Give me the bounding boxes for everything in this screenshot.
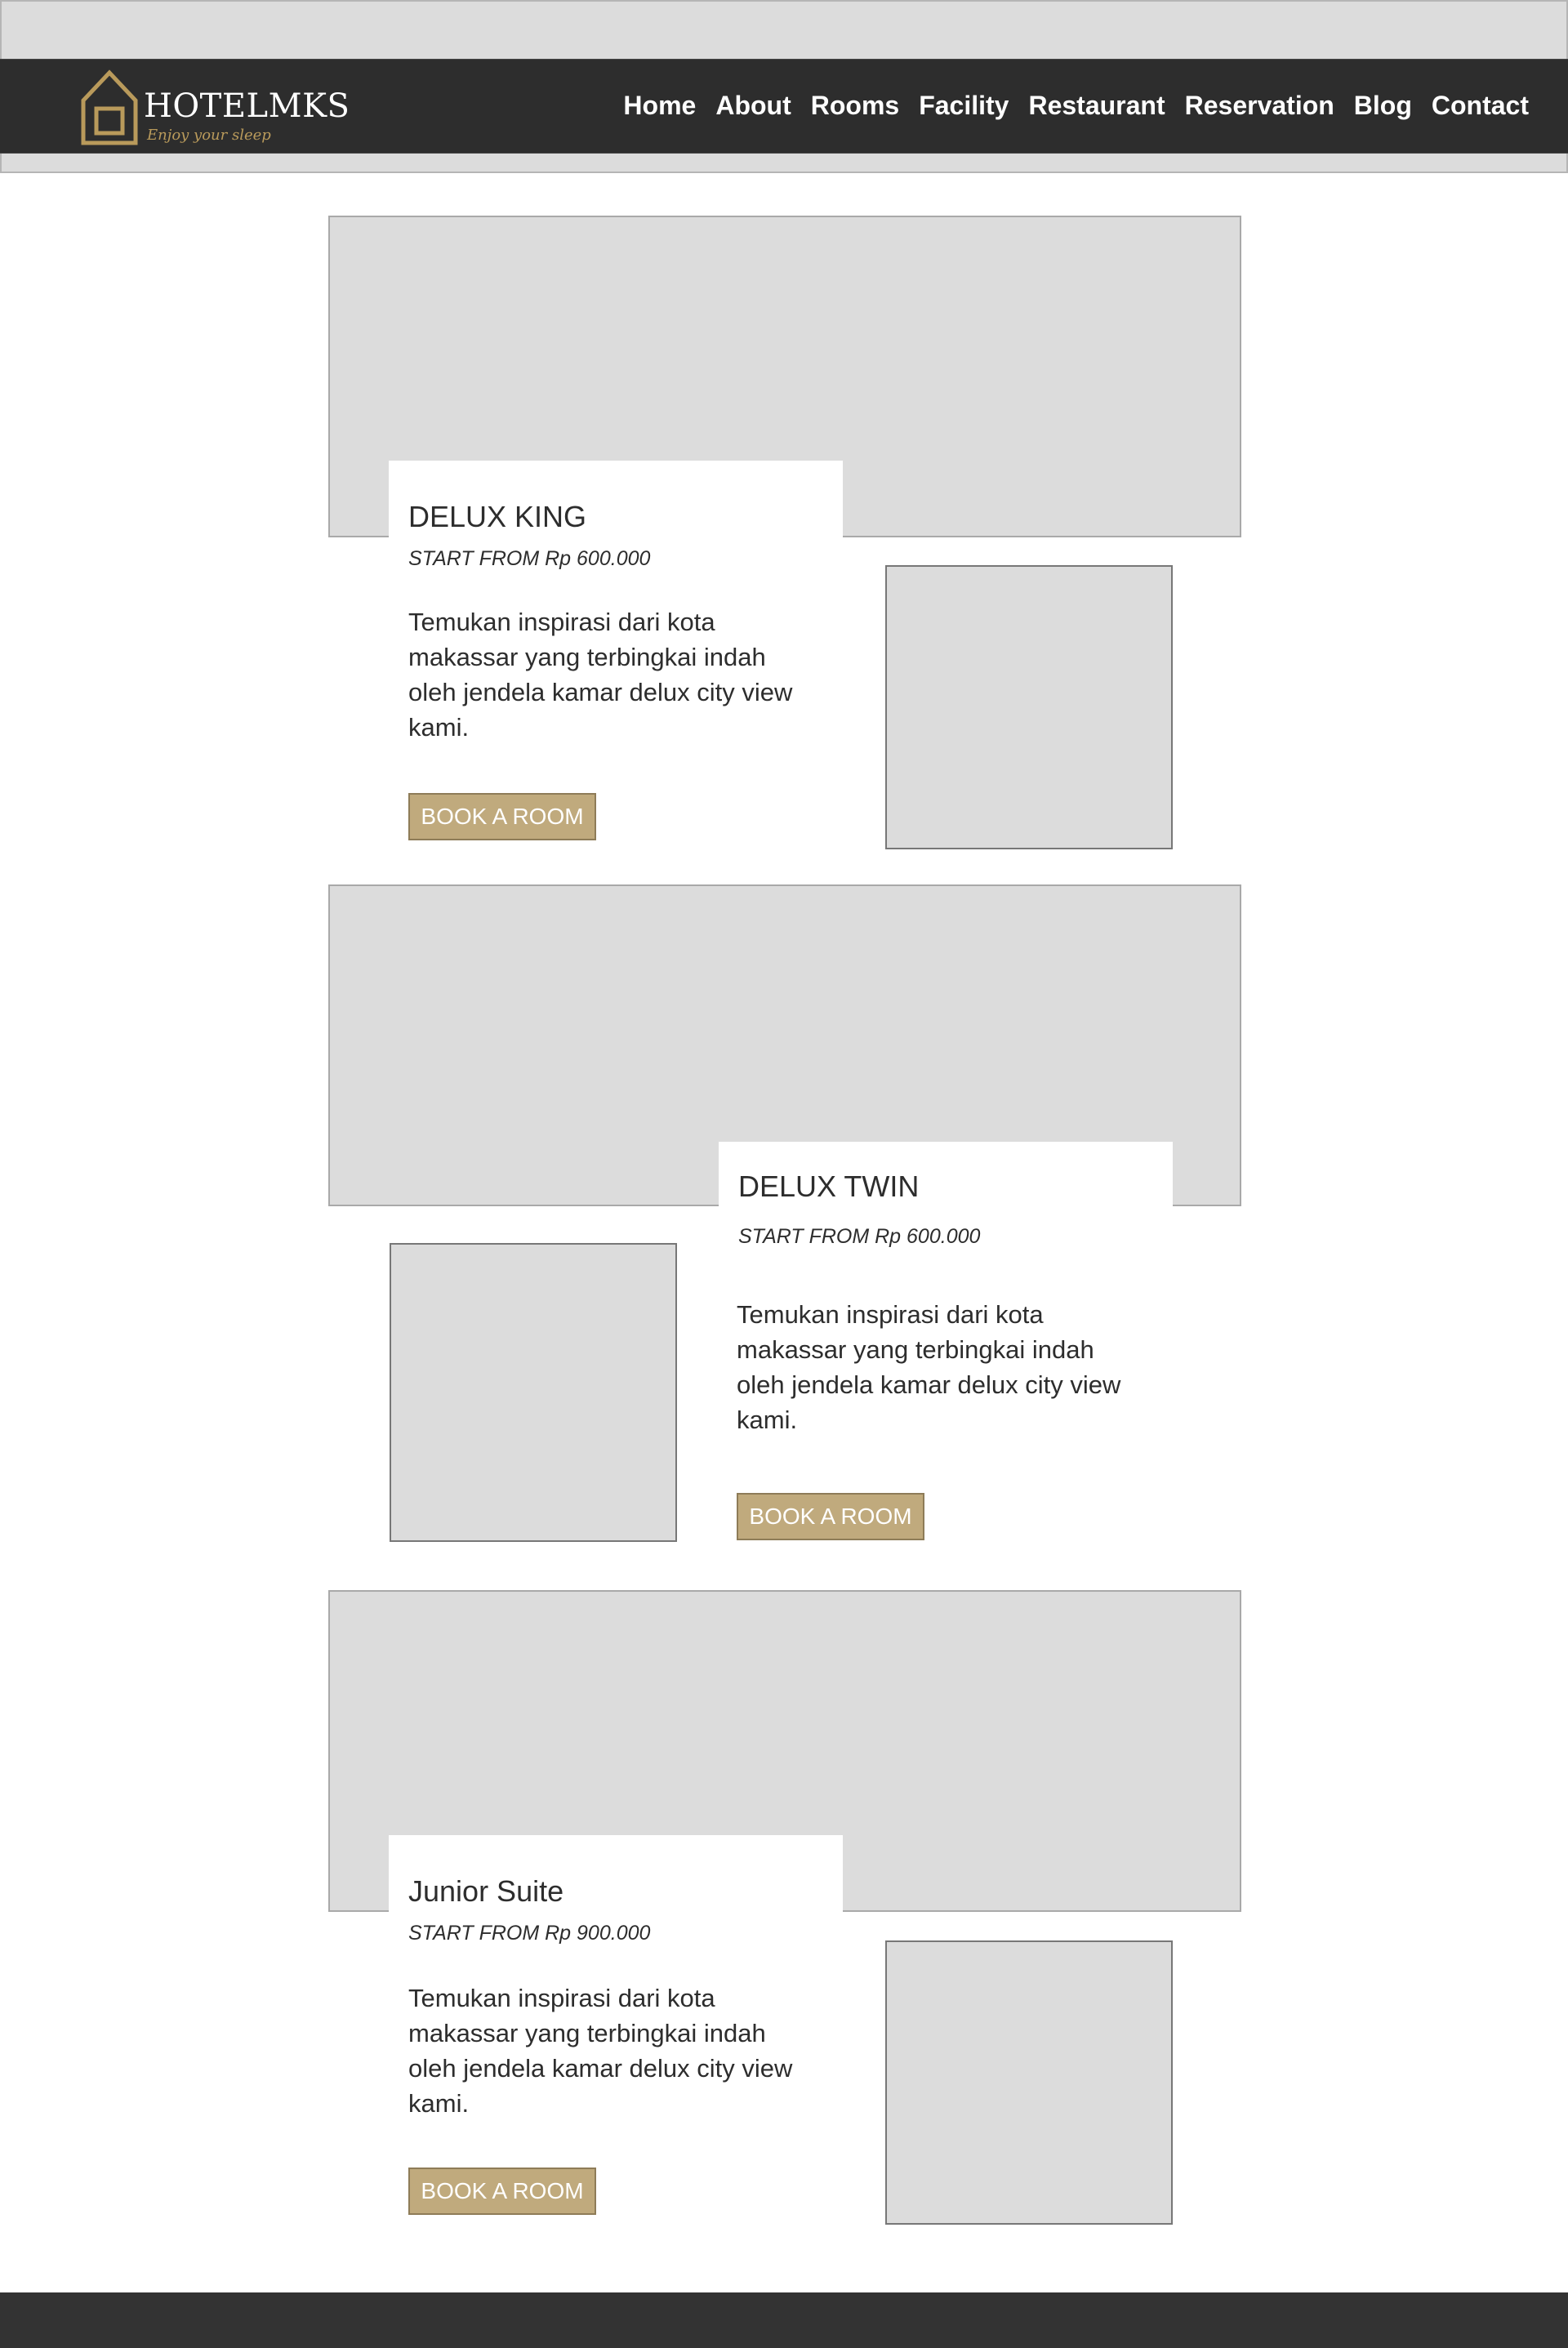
room-description: Temukan inspirasi dari kota makassar yan… [408, 1984, 793, 2118]
room-card: Junior Suite START FROM Rp 900.000 Temuk… [389, 1835, 843, 2227]
room-price: START FROM Rp 600.000 [738, 1225, 981, 1248]
navbar: HOTELMKS Enjoy your sleep Home About Roo… [0, 59, 1568, 154]
nav-reservation[interactable]: Reservation [1185, 91, 1334, 121]
nav-restaurant[interactable]: Restaurant [1028, 91, 1165, 121]
room-name: Junior Suite [408, 1874, 564, 1908]
room-description: Temukan inspirasi dari kota makassar yan… [408, 608, 793, 742]
room-description: Temukan inspirasi dari kota makassar yan… [737, 1300, 1121, 1434]
nav-facility[interactable]: Facility [919, 91, 1009, 121]
book-room-button[interactable]: BOOK A ROOM [408, 793, 596, 840]
room-thumbnail-image [885, 1940, 1173, 2225]
footer [0, 2292, 1568, 2348]
room-price: START FROM Rp 600.000 [408, 547, 651, 570]
book-room-button[interactable]: BOOK A ROOM [737, 1493, 924, 1540]
room-price: START FROM Rp 900.000 [408, 1922, 651, 1945]
nav-contact[interactable]: Contact [1432, 91, 1529, 121]
room-name: DELUX KING [408, 500, 587, 533]
nav-blog[interactable]: Blog [1354, 91, 1412, 121]
room-name: DELUX TWIN [738, 1170, 920, 1203]
nav-about[interactable]: About [715, 91, 791, 121]
logo-text: HOTELMKS [144, 87, 350, 125]
book-room-button[interactable]: BOOK A ROOM [408, 2168, 596, 2215]
house-logo-icon [81, 69, 138, 145]
nav-home[interactable]: Home [623, 91, 696, 121]
room-thumbnail-image [390, 1243, 677, 1542]
logo-tagline: Enjoy your sleep [147, 127, 271, 144]
room-thumbnail-image [885, 565, 1173, 849]
room-card: DELUX TWIN START FROM Rp 600.000 Temukan… [719, 1142, 1173, 1550]
logo[interactable]: HOTELMKS Enjoy your sleep [80, 68, 358, 149]
room-card: DELUX KING START FROM Rp 600.000 Temukan… [389, 461, 843, 853]
main-nav: Home About Rooms Facility Restaurant Res… [604, 91, 1529, 121]
nav-rooms[interactable]: Rooms [811, 91, 899, 121]
